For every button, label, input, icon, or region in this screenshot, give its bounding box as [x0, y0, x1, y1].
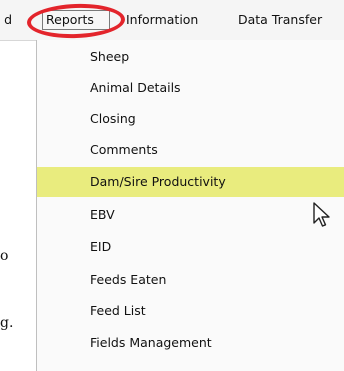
reports-dropdown: Sheep Animal Details Closing Comments Da… — [36, 40, 344, 371]
menu-bar: d Reports Information Data Transfer — [0, 0, 344, 41]
menu-information[interactable]: Information — [126, 13, 198, 27]
menu-item-feeds-eaten[interactable]: Feeds Eaten — [37, 265, 344, 295]
menu-item-fields-management[interactable]: Fields Management — [37, 328, 344, 358]
menu-item-animal-details[interactable]: Animal Details — [37, 73, 344, 103]
mouse-cursor-icon — [313, 202, 330, 227]
menu-item-sheep[interactable]: Sheep — [37, 42, 344, 72]
background-text-fragment: g. — [0, 315, 14, 331]
menu-item-dam-sire-productivity[interactable]: Dam/Sire Productivity — [37, 167, 344, 197]
menu-item-comments[interactable]: Comments — [37, 135, 344, 165]
menu-data-transfer[interactable]: Data Transfer — [238, 13, 322, 27]
menu-item-eid[interactable]: EID — [37, 232, 344, 262]
menu-previous-partial[interactable]: d — [0, 13, 12, 27]
menu-item-ebv[interactable]: EBV — [37, 200, 344, 230]
background-text-fragment: o — [0, 248, 9, 264]
menu-item-closing[interactable]: Closing — [37, 104, 344, 134]
red-highlight-circle — [26, 2, 126, 40]
menu-item-feed-list[interactable]: Feed List — [37, 296, 344, 326]
